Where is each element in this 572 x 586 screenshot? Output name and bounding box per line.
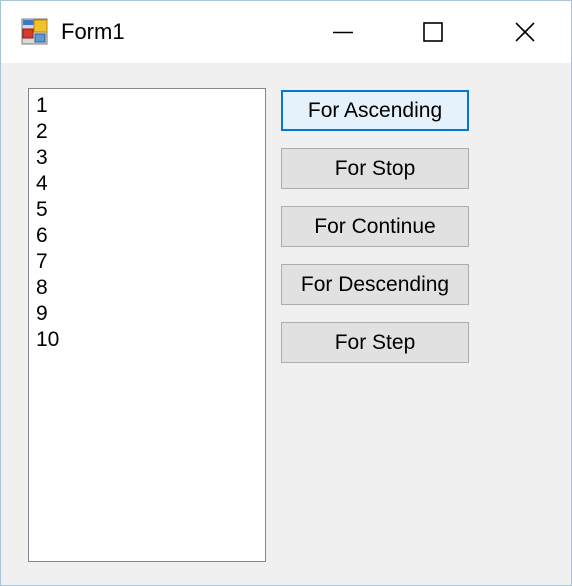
list-item[interactable]: 10 — [36, 327, 265, 353]
close-icon — [514, 21, 536, 43]
for-continue-button[interactable]: For Continue — [281, 206, 469, 247]
window-title: Form1 — [61, 19, 125, 44]
minimize-button[interactable] — [299, 1, 387, 63]
minimize-icon — [332, 21, 354, 43]
list-item[interactable]: 4 — [36, 171, 265, 197]
list-item[interactable]: 9 — [36, 301, 265, 327]
form-client-area: 1 2 3 4 5 6 7 8 9 10 For Ascending For S… — [1, 63, 571, 585]
list-item[interactable]: 5 — [36, 197, 265, 223]
for-ascending-button[interactable]: For Ascending — [281, 90, 469, 131]
form-app-icon[interactable] — [21, 18, 48, 45]
title-bar[interactable]: Form1 — [1, 1, 571, 63]
list-item[interactable]: 3 — [36, 145, 265, 171]
number-listbox[interactable]: 1 2 3 4 5 6 7 8 9 10 — [28, 88, 266, 562]
list-item[interactable]: 2 — [36, 119, 265, 145]
list-item[interactable]: 6 — [36, 223, 265, 249]
list-item[interactable]: 1 — [36, 93, 265, 119]
maximize-icon — [422, 21, 444, 43]
list-item[interactable]: 7 — [36, 249, 265, 275]
maximize-button[interactable] — [389, 1, 477, 63]
list-item[interactable]: 8 — [36, 275, 265, 301]
for-descending-button[interactable]: For Descending — [281, 264, 469, 305]
form1-window: Form1 1 2 3 4 5 6 7 8 9 10 For Ascending… — [0, 0, 572, 586]
close-button[interactable] — [481, 1, 569, 63]
for-step-button[interactable]: For Step — [281, 322, 469, 363]
for-stop-button[interactable]: For Stop — [281, 148, 469, 189]
